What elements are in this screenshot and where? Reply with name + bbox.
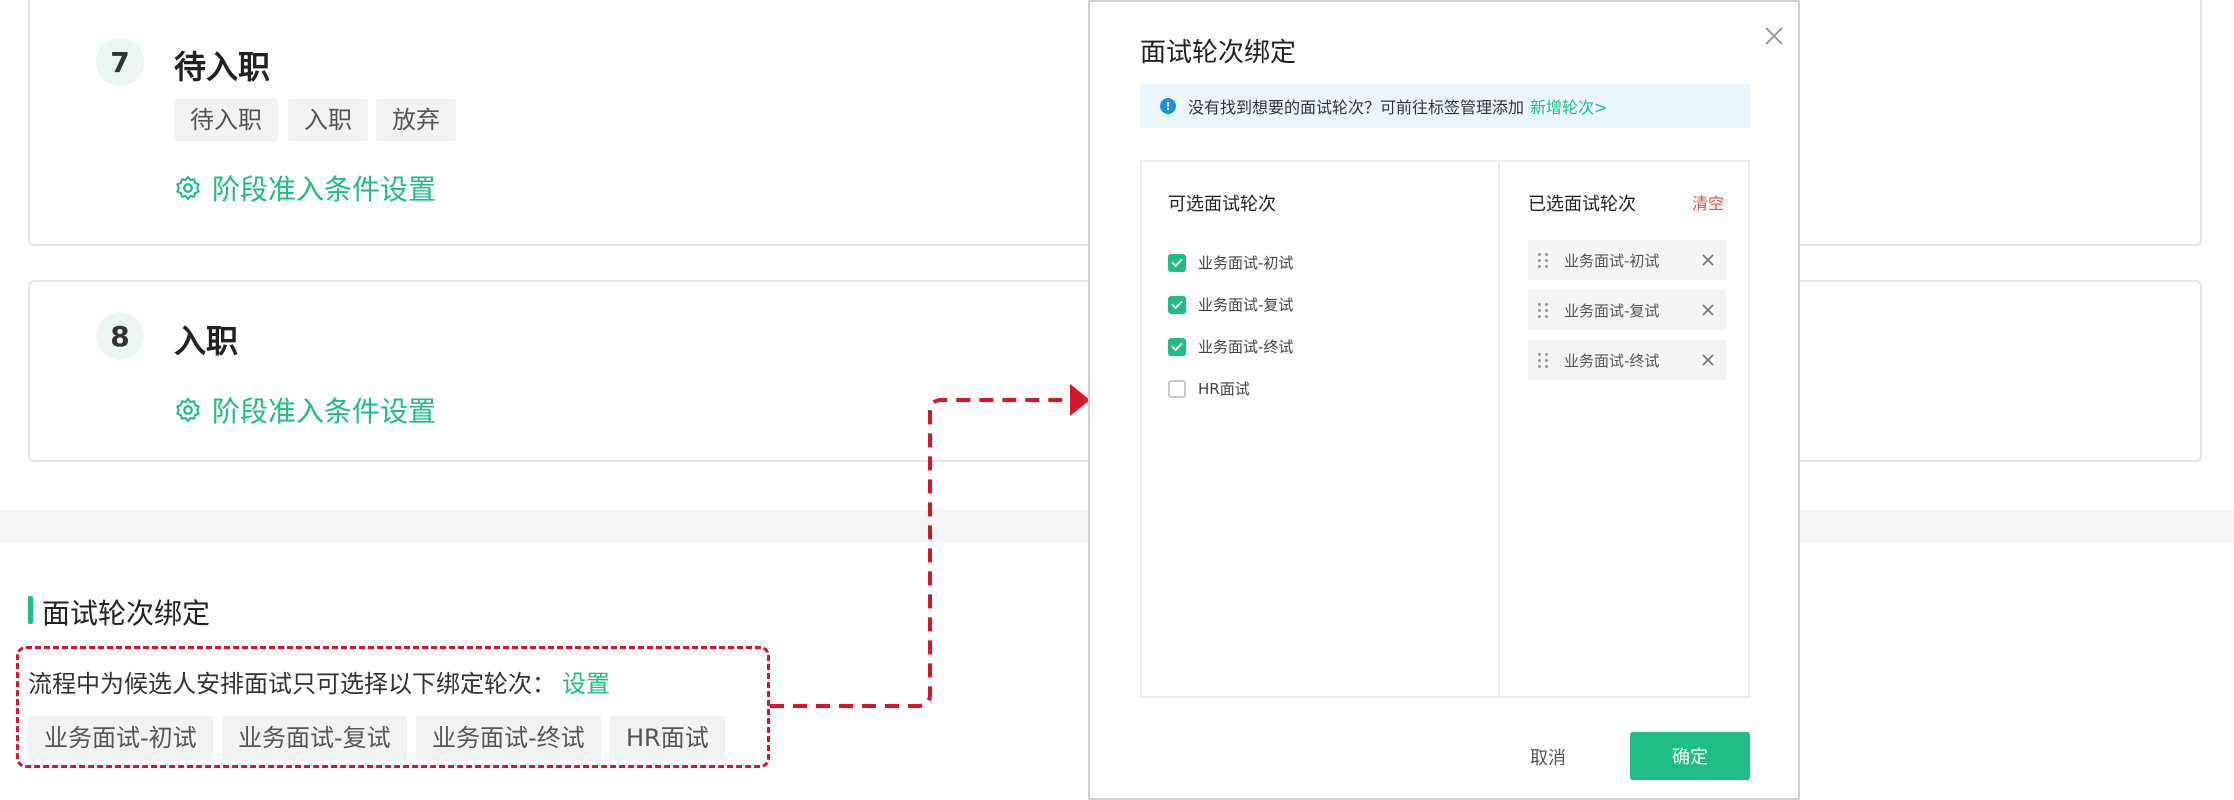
stage-condition-settings-link[interactable]: 阶段准入条件设置	[174, 168, 436, 208]
round-option[interactable]: 业务面试-初试	[1168, 252, 1293, 273]
bound-round-tag: HR面试	[610, 716, 725, 760]
binding-set-link[interactable]: 设置	[562, 670, 610, 698]
remove-icon[interactable]	[1700, 302, 1716, 318]
selected-round-label: 业务面试-复试	[1564, 301, 1660, 320]
selected-round-item[interactable]: 业务面试-初试	[1528, 240, 1726, 280]
bound-round-tag: 业务面试-初试	[28, 716, 213, 760]
binding-description: 流程中为候选人安排面试只可选择以下绑定轮次： 设置	[28, 664, 610, 699]
binding-section-title: 面试轮次绑定	[42, 597, 211, 630]
transfer-panel: 可选面试轮次 已选面试轮次 清空 业务面试-初试 业务面试-复试 业务面试-终试…	[1140, 160, 1750, 698]
interview-round-binding-modal: 面试轮次绑定 ! 没有找到想要的面试轮次？可前往标签管理添加 新增轮次> 可选面…	[1088, 0, 1800, 800]
workflow-settings-page: 7 待入职 待入职 入职 放弃 阶段准入条件设置 8 入职 阶段准入条件设置 面…	[0, 0, 2234, 800]
checkbox-checked[interactable]	[1168, 337, 1186, 356]
add-round-link[interactable]: 新增轮次>	[1530, 94, 1607, 118]
condition-link-label: 阶段准入条件设置	[212, 173, 437, 206]
panel-divider	[1498, 162, 1500, 696]
selected-round-item[interactable]: 业务面试-复试	[1528, 290, 1726, 330]
info-notice: ! 没有找到想要的面试轮次？可前往标签管理添加 新增轮次>	[1140, 84, 1750, 128]
binding-description-text: 流程中为候选人安排面试只可选择以下绑定轮次：	[28, 670, 556, 698]
remove-icon[interactable]	[1700, 252, 1716, 268]
section-accent-bar	[28, 596, 33, 624]
round-option-label: 业务面试-终试	[1198, 338, 1294, 356]
stage-condition-settings-link[interactable]: 阶段准入条件设置	[174, 390, 436, 430]
round-option-label: HR面试	[1198, 380, 1250, 398]
notice-text: 没有找到想要的面试轮次？可前往标签管理添加	[1188, 98, 1525, 117]
round-option[interactable]: 业务面试-终试	[1168, 336, 1293, 357]
selected-round-label: 业务面试-终试	[1564, 351, 1660, 370]
drag-handle-icon[interactable]	[1538, 352, 1552, 368]
checkbox-checked[interactable]	[1168, 295, 1186, 314]
checkbox-unchecked[interactable]	[1168, 379, 1186, 398]
drag-handle-icon[interactable]	[1538, 302, 1552, 318]
bound-round-tag: 业务面试-终试	[416, 716, 601, 760]
selected-round-label: 业务面试-初试	[1564, 251, 1660, 270]
cancel-button[interactable]: 取消	[1530, 744, 1566, 770]
confirm-button[interactable]: 确定	[1630, 732, 1750, 780]
checkbox-checked[interactable]	[1168, 253, 1186, 272]
selected-column-title: 已选面试轮次	[1528, 194, 1636, 215]
gear-icon	[176, 397, 200, 423]
stage-tag: 待入职	[174, 99, 278, 141]
stage-title: 待入职	[174, 48, 271, 86]
info-icon: !	[1160, 98, 1176, 114]
round-option[interactable]: HR面试	[1168, 378, 1250, 399]
drag-handle-icon[interactable]	[1538, 252, 1552, 268]
stage-number-badge: 7	[96, 38, 144, 86]
available-column-title: 可选面试轮次	[1168, 194, 1276, 215]
modal-title: 面试轮次绑定	[1140, 38, 1297, 68]
round-option-label: 业务面试-复试	[1198, 296, 1294, 314]
remove-icon[interactable]	[1700, 352, 1716, 368]
round-option-label: 业务面试-初试	[1198, 254, 1294, 272]
stage-tag: 入职	[288, 99, 368, 141]
stage-title: 入职	[174, 322, 239, 360]
round-option[interactable]: 业务面试-复试	[1168, 294, 1293, 315]
clear-button[interactable]: 清空	[1692, 190, 1724, 214]
gear-icon	[176, 175, 200, 201]
stage-number-badge: 8	[96, 312, 144, 360]
close-icon[interactable]	[1762, 24, 1786, 48]
condition-link-label: 阶段准入条件设置	[212, 395, 437, 428]
selected-round-item[interactable]: 业务面试-终试	[1528, 340, 1726, 380]
stage-tag: 放弃	[376, 99, 456, 141]
bound-round-tag: 业务面试-复试	[222, 716, 407, 760]
